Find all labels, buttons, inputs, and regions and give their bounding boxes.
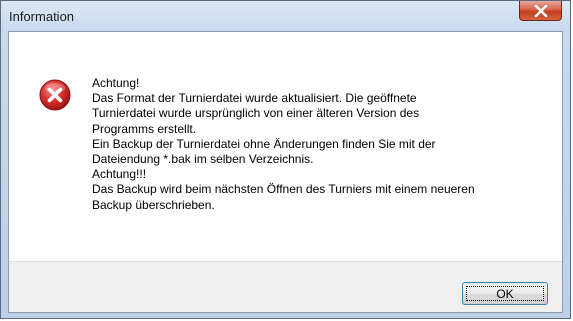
dialog-client-area: Achtung! Das Format der Turnierdatei wurd… bbox=[8, 31, 563, 313]
title-bar[interactable]: Information bbox=[1, 1, 570, 31]
ok-button[interactable]: OK bbox=[462, 282, 548, 305]
message-text: Achtung! Das Format der Turnierdatei wurd… bbox=[92, 76, 552, 213]
button-bar: OK bbox=[9, 261, 562, 312]
ok-button-label: OK bbox=[496, 286, 514, 301]
message-line: Achtung! bbox=[92, 76, 140, 90]
error-icon bbox=[39, 79, 71, 111]
message-line: Das Backup wird beim nächsten Öffnen des… bbox=[92, 182, 475, 197]
dialog-window: Information Achtung! Das Format der Turn… bbox=[0, 0, 571, 319]
message-line: Das Format der Turnierdatei wurde aktual… bbox=[92, 91, 417, 106]
message-line: Turnierdatei wurde ursprünglich von eine… bbox=[92, 106, 420, 121]
message-line: Achtung!!! bbox=[92, 167, 147, 182]
window-title: Information bbox=[9, 9, 75, 24]
message-line: Dateiendung *.bak im selben Verzeichnis. bbox=[92, 152, 314, 167]
message-line: Ein Backup der Turnierdatei ohne Änderun… bbox=[92, 136, 436, 151]
close-icon bbox=[534, 4, 547, 17]
close-button[interactable] bbox=[519, 1, 562, 21]
message-line: Backup überschrieben. bbox=[92, 197, 215, 212]
message-area: Achtung! Das Format der Turnierdatei wurd… bbox=[9, 32, 562, 261]
message-line: Programms erstellt. bbox=[92, 121, 197, 136]
